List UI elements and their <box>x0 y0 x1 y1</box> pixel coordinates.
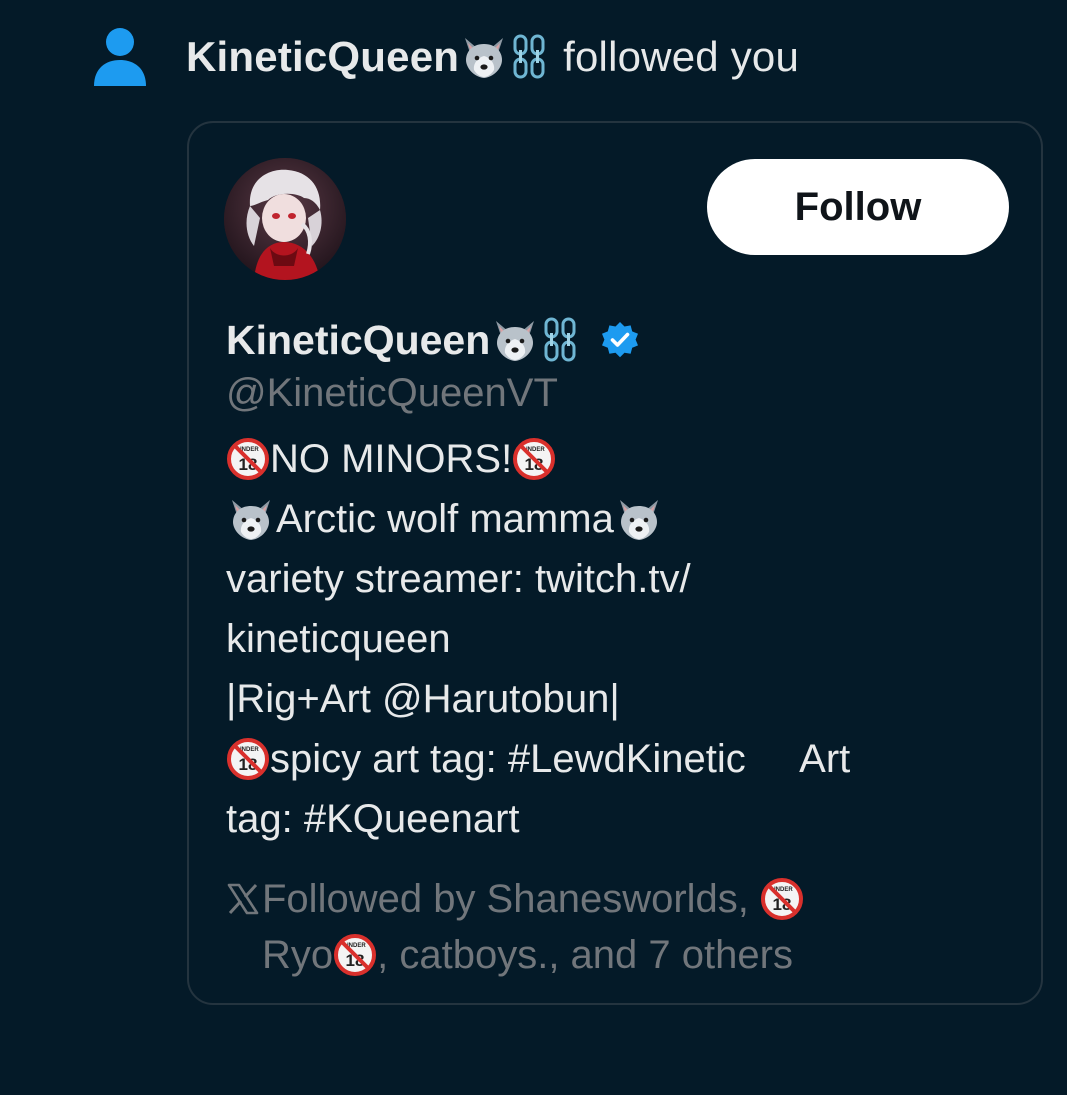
no-under-18-icon <box>226 737 270 781</box>
x-logo-icon <box>227 883 259 915</box>
follow-notification[interactable]: KineticQueen followed you <box>92 26 1032 88</box>
chain-emoji-icon <box>540 316 580 364</box>
bio-line: tag: #KQueenart <box>226 789 1026 849</box>
followed-by-line: Ryo , catboys., and 7 others <box>226 927 1026 983</box>
bio-line: Arctic wolf mamma <box>226 489 1026 549</box>
bio-text: |Rig+Art @Harutobun| <box>226 677 620 721</box>
followed-by[interactable]: Followed by Shanesworlds, Ryo , catboys.… <box>226 871 1026 983</box>
bio-line: NO MINORS! <box>226 429 1026 489</box>
no-under-18-icon <box>226 437 270 481</box>
profile-bio: NO MINORS! Arctic wolf mamma variety str… <box>226 429 1026 849</box>
bio-line: kineticqueen <box>226 609 1026 669</box>
followed-by-line: Followed by Shanesworlds, <box>226 871 1026 927</box>
notification-text: KineticQueen followed you <box>186 33 799 81</box>
bio-line: spicy art tag: #LewdKinetic Art <box>226 729 1026 789</box>
wolf-emoji-icon <box>614 496 664 542</box>
wolf-emoji-icon <box>459 34 509 80</box>
profile-handle: @KineticQueenVT <box>226 371 558 415</box>
person-icon <box>92 26 148 88</box>
profile-name-row[interactable]: KineticQueen <box>226 313 640 367</box>
wolf-emoji-icon <box>490 317 540 363</box>
avatar[interactable] <box>224 158 346 280</box>
bio-line: |Rig+Art @Harutobun| <box>226 669 1026 729</box>
no-under-18-icon <box>333 933 377 977</box>
bio-text: variety streamer: twitch.tv/ <box>226 557 691 601</box>
bio-text: tag: #KQueenart <box>226 797 520 841</box>
follow-button[interactable]: Follow <box>707 159 1009 255</box>
profile-card[interactable]: Follow KineticQueen @KineticQueenVT NO M… <box>187 121 1043 1005</box>
bio-line: variety streamer: twitch.tv/ <box>226 549 1026 609</box>
followed-by-text: Ryo <box>262 933 334 977</box>
notification-user-name[interactable]: KineticQueen <box>186 36 459 78</box>
bio-text: NO MINORS! <box>270 437 513 481</box>
wolf-emoji-icon <box>226 496 276 542</box>
chain-emoji-icon <box>509 33 549 81</box>
followed-by-text: , catboys., and 7 others <box>377 933 793 977</box>
verified-badge-icon <box>602 322 639 358</box>
bio-text: spicy art tag: #LewdKinetic Art <box>270 737 851 781</box>
no-under-18-icon <box>760 877 804 921</box>
bio-text: kineticqueen <box>226 617 451 661</box>
notification-action-text: followed you <box>563 33 800 80</box>
no-under-18-icon <box>512 437 556 481</box>
followed-by-text: Followed by Shanesworlds, <box>262 877 761 921</box>
profile-display-name[interactable]: KineticQueen <box>226 317 490 364</box>
bio-text: Arctic wolf mamma <box>276 497 614 541</box>
